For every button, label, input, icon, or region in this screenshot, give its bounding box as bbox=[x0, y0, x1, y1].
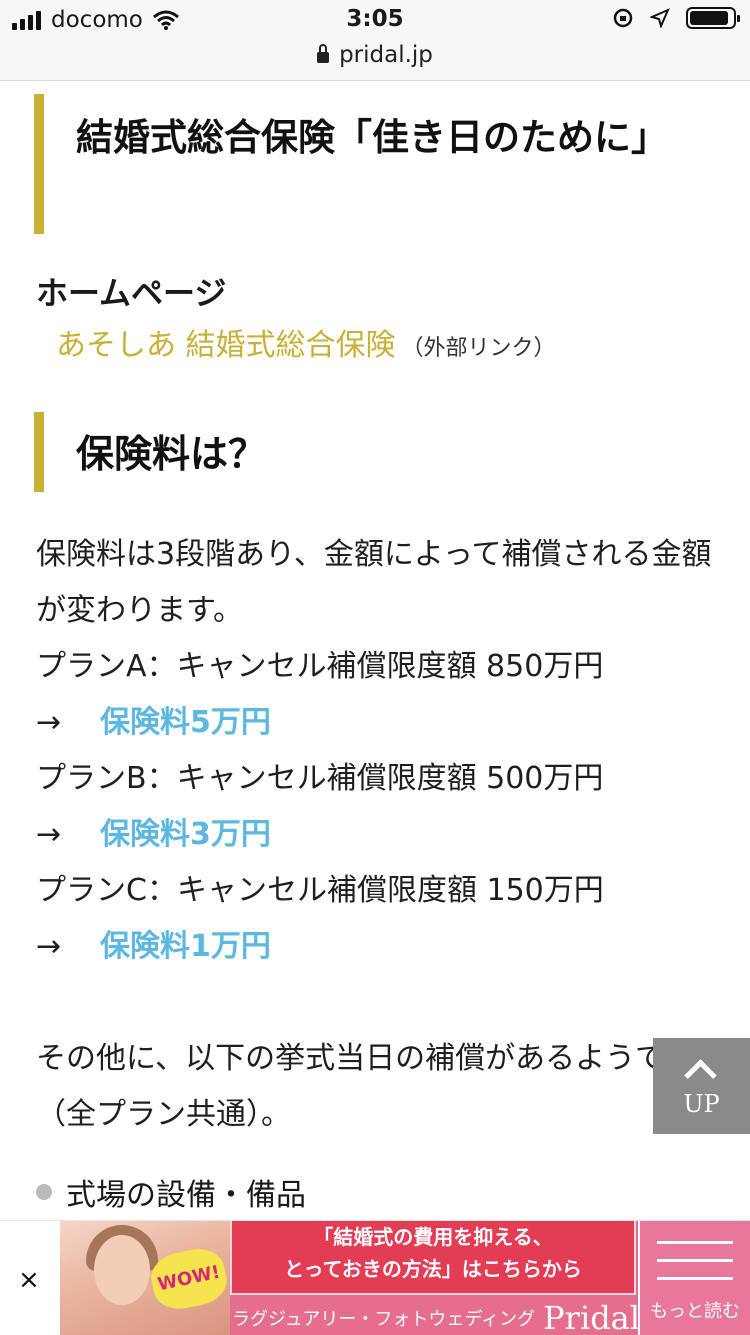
premium-intro: 保険料は3段階あり、金額によって補償される金額が変わります。 bbox=[36, 537, 712, 628]
list-item: 式場の設備・備品 bbox=[36, 1170, 306, 1214]
menu-icon-line bbox=[657, 1241, 733, 1244]
arrow-icon: → bbox=[36, 929, 62, 964]
bullet-icon bbox=[36, 1184, 52, 1200]
location-icon bbox=[650, 8, 670, 28]
plan-a-line: プランA：キャンセル補償限度額 850万円 bbox=[36, 649, 604, 684]
lock-icon bbox=[317, 44, 330, 63]
chevron-up-icon bbox=[684, 1059, 717, 1092]
other-coverage-note: その他に、以下の挙式当日の補償があるようです（全プラン共通）。 bbox=[36, 1041, 696, 1132]
plan-a-premium-row: → 保険料5万円 bbox=[36, 695, 726, 751]
premium-heading-accent-bar bbox=[34, 412, 44, 492]
address-text: pridal.jp bbox=[339, 42, 433, 68]
ad-headline-line-1: 「結婚式の費用を抑える、 bbox=[313, 1225, 553, 1249]
plan-b-line: プランB：キャンセル補償限度額 500万円 bbox=[36, 761, 604, 796]
ad-brand: ラグジュアリー・フォトウェディング Pridal bbox=[230, 1299, 638, 1335]
section-title-accent-bar bbox=[34, 94, 44, 234]
ad-read-more-label: もっと読む bbox=[650, 1301, 740, 1322]
ad-brand-tagline: ラグジュアリー・フォトウェディング bbox=[232, 1309, 536, 1330]
section-title: 結婚式総合保険「佳き日のために」 bbox=[76, 116, 668, 159]
plan-c-line: プランC：キャンセル補償限度額 150万円 bbox=[36, 873, 604, 908]
plan-a-premium: 保険料5万円 bbox=[100, 705, 271, 740]
address-text-wrap: pridal.jp bbox=[0, 42, 750, 68]
plan-c-premium-row: → 保険料1万円 bbox=[36, 919, 726, 975]
arrow-icon: → bbox=[36, 817, 62, 852]
premium-body: 保険料は3段階あり、金額によって補償される金額が変わります。 プランA：キャンセ… bbox=[36, 527, 726, 1143]
list-item-text: 式場の設備・備品 bbox=[66, 1178, 306, 1213]
ad-close-button[interactable]: × bbox=[18, 1265, 40, 1295]
ad-read-more-button[interactable]: もっと読む bbox=[640, 1221, 750, 1335]
homepage-link-row: あそしあ 結婚式総合保険 （外部リンク） bbox=[56, 320, 556, 364]
ad-headline-line-2: とっておきの方法」はこちらから bbox=[284, 1257, 582, 1281]
ad-photo-face bbox=[94, 1235, 150, 1305]
plan-b-premium-row: → 保険料3万円 bbox=[36, 807, 726, 863]
ad-banner[interactable]: × WOW! 「結婚式の費用を抑える、 とっておきの方法」はこちらから ラグジュ… bbox=[0, 1220, 750, 1335]
scroll-to-top-label: UP bbox=[683, 1090, 720, 1118]
plan-c-premium: 保険料1万円 bbox=[100, 929, 271, 964]
homepage-link[interactable]: あそしあ 結婚式総合保険 bbox=[56, 328, 396, 363]
plan-b-premium: 保険料3万円 bbox=[100, 817, 271, 852]
menu-icon-line bbox=[657, 1259, 733, 1262]
homepage-label: ホームページ bbox=[36, 274, 227, 312]
premium-heading: 保険料は？ bbox=[76, 432, 267, 476]
external-link-note: （外部リンク） bbox=[401, 336, 556, 361]
menu-icon-line bbox=[657, 1277, 733, 1280]
url-bar[interactable]: pridal.jp bbox=[0, 40, 750, 81]
status-right bbox=[612, 7, 740, 29]
status-bar: docomo 3:05 bbox=[0, 0, 750, 40]
ad-brand-logo: Pridal bbox=[543, 1299, 638, 1335]
ad-headline: 「結婚式の費用を抑える、 とっておきの方法」はこちらから bbox=[230, 1221, 636, 1295]
scroll-to-top-button[interactable]: UP bbox=[653, 1038, 750, 1134]
orientation-lock-icon bbox=[613, 8, 633, 28]
arrow-icon: → bbox=[36, 705, 62, 740]
battery-icon bbox=[686, 7, 740, 29]
ad-creative[interactable]: WOW! 「結婚式の費用を抑える、 とっておきの方法」はこちらから ラグジュアリ… bbox=[60, 1221, 638, 1335]
